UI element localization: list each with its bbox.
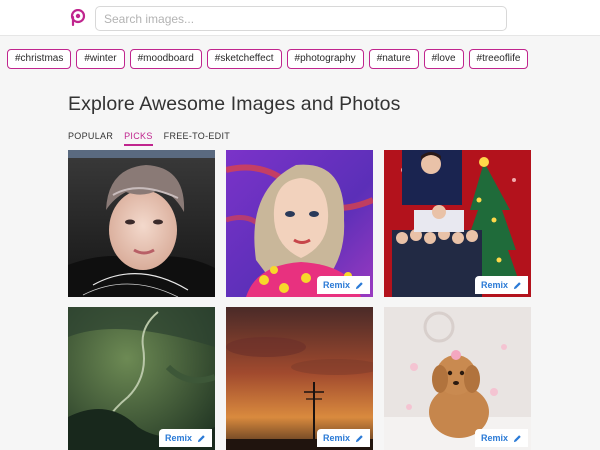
remix-button[interactable]: Remix xyxy=(475,276,528,294)
remix-button[interactable]: Remix xyxy=(159,429,212,447)
group-christmas-tree-image xyxy=(384,150,531,297)
tag-photography[interactable]: #photography xyxy=(286,49,364,69)
tag-nature[interactable]: #nature xyxy=(368,49,419,69)
image-card-woman-illustration[interactable]: Remix xyxy=(226,150,373,297)
remix-label: Remix xyxy=(164,433,192,443)
remix-label: Remix xyxy=(322,280,350,290)
boy-portrait-image xyxy=(68,150,215,297)
tag-treeoflife[interactable]: #treeoflife xyxy=(468,49,529,69)
tab-free-to-edit[interactable]: FREE-TO-EDIT xyxy=(164,131,230,146)
tag-bar: #christmas #winter #moodboard #sketcheff… xyxy=(7,49,529,69)
page-title: Explore Awesome Images and Photos xyxy=(68,93,401,115)
picsart-logo-icon[interactable] xyxy=(70,9,86,27)
tag-love[interactable]: #love xyxy=(423,49,464,69)
remix-label: Remix xyxy=(480,280,508,290)
tab-picks[interactable]: PICKS xyxy=(124,131,153,146)
top-bar xyxy=(0,0,600,36)
tab-popular[interactable]: POPULAR xyxy=(68,131,113,146)
pencil-icon xyxy=(513,434,521,442)
woman-illustration-image xyxy=(226,150,373,297)
image-card-group-christmas-tree[interactable]: Remix xyxy=(384,150,531,297)
tag-moodboard[interactable]: #moodboard xyxy=(129,49,202,69)
remix-label: Remix xyxy=(480,433,508,443)
pencil-icon xyxy=(355,434,363,442)
tag-sketcheffect[interactable]: #sketcheffect xyxy=(206,49,282,69)
remix-button[interactable]: Remix xyxy=(475,429,528,447)
pencil-icon xyxy=(197,434,205,442)
tag-christmas[interactable]: #christmas xyxy=(7,49,72,69)
image-card-sunset-sky[interactable]: Remix xyxy=(226,307,373,450)
image-card-aerial-landscape[interactable]: Remix xyxy=(68,307,215,450)
pencil-icon xyxy=(355,281,363,289)
tab-bar: POPULAR PICKS FREE-TO-EDIT xyxy=(68,131,230,146)
image-card-poodle-dog[interactable]: Remix xyxy=(384,307,531,450)
pencil-icon xyxy=(513,281,521,289)
image-card-boy-portrait[interactable] xyxy=(68,150,215,297)
image-grid: Remix Remix Remix Remix Remix xyxy=(68,150,532,450)
remix-button[interactable]: Remix xyxy=(317,429,370,447)
search-input[interactable] xyxy=(95,6,507,31)
remix-button[interactable]: Remix xyxy=(317,276,370,294)
tag-winter[interactable]: #winter xyxy=(76,49,125,69)
remix-label: Remix xyxy=(322,433,350,443)
